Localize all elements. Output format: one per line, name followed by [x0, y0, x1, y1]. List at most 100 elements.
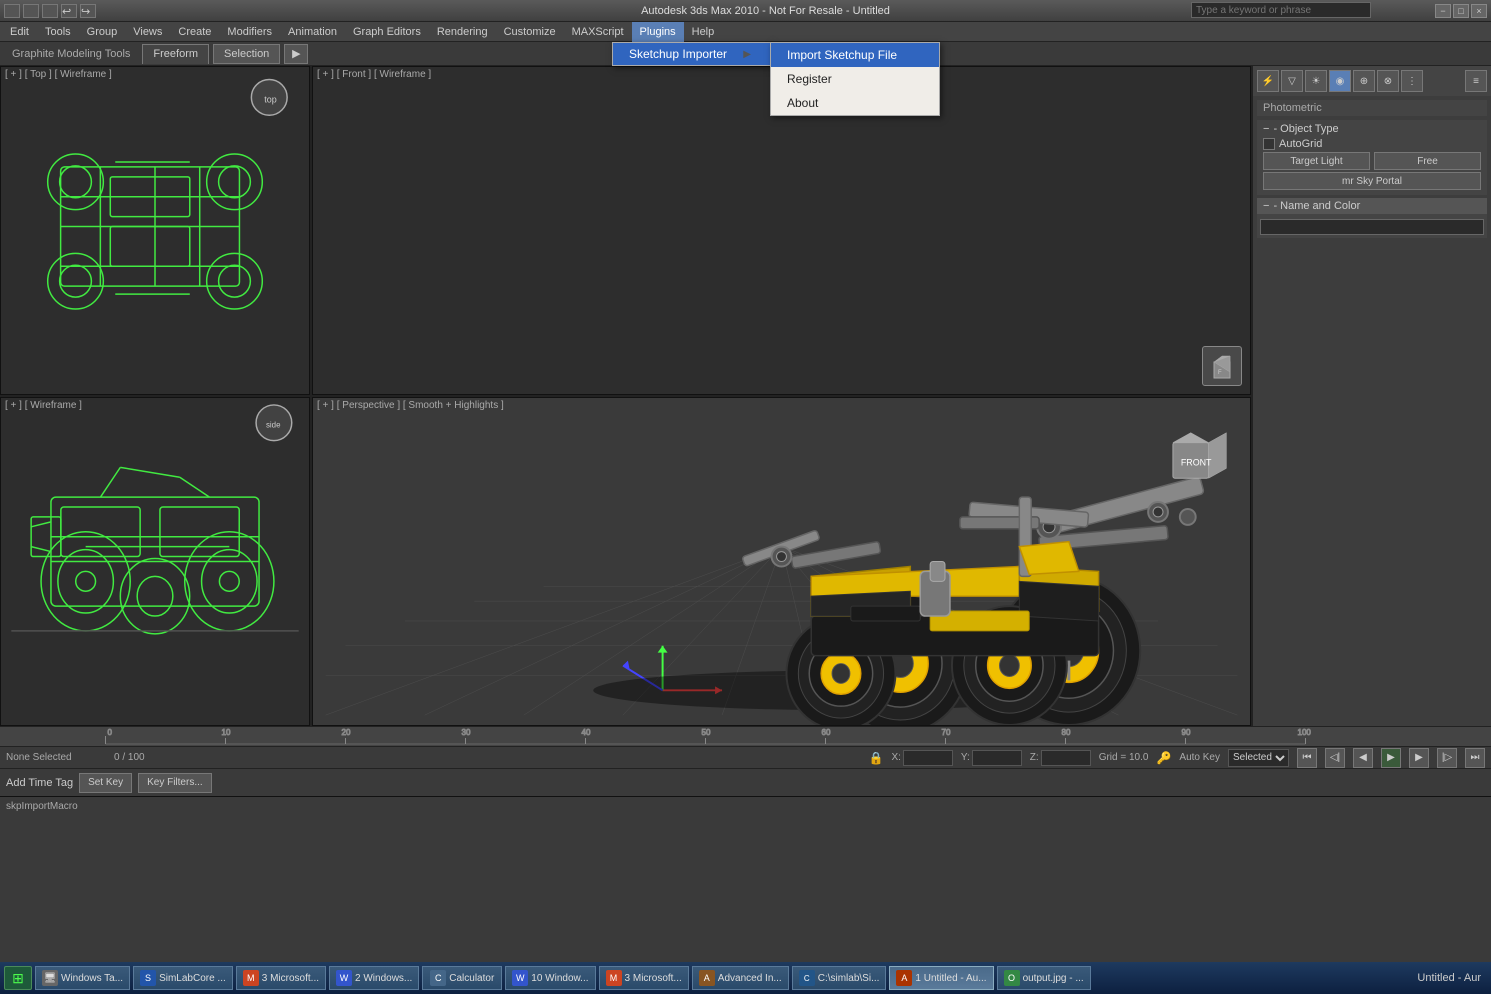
viewport-top[interactable]: [ + ] [ Top ] [ Wireframe ]: [0, 66, 310, 395]
quick-access-undo[interactable]: ↩: [61, 4, 77, 18]
taskbar-simlab[interactable]: S SimLabCore ...: [133, 966, 233, 990]
y-label: Y:: [961, 752, 970, 763]
rp-icon-space[interactable]: ⊗: [1377, 70, 1399, 92]
search-input[interactable]: [1191, 2, 1371, 18]
menu-item-rendering[interactable]: Rendering: [429, 22, 496, 42]
rp-icon-shape[interactable]: ▽: [1281, 70, 1303, 92]
taskbar-untitled-au[interactable]: A 1 Untitled - Au...: [889, 966, 993, 990]
rp-icon-helper[interactable]: ⊕: [1353, 70, 1375, 92]
menu-item-edit[interactable]: Edit: [2, 22, 37, 42]
video-icon[interactable]: ▶: [284, 44, 308, 64]
selection-status: None Selected: [6, 752, 106, 763]
mr-sky-portal-button[interactable]: mr Sky Portal: [1263, 172, 1481, 190]
autogrid-checkbox[interactable]: [1263, 138, 1275, 150]
taskbar-windows[interactable]: W 2 Windows...: [329, 966, 419, 990]
add-time-tag-label: Add Time Tag: [6, 777, 73, 789]
maximize-button[interactable]: □: [1453, 4, 1469, 18]
prev-key-button[interactable]: ◁|: [1325, 748, 1345, 768]
menu-item-views[interactable]: Views: [125, 22, 170, 42]
svg-text:80: 80: [1062, 728, 1071, 737]
rp-icon-command[interactable]: ⚡: [1257, 70, 1279, 92]
viewport-front-label: [ + ] [ Front ] [ Wireframe ]: [317, 69, 431, 80]
menu-item-maxscript[interactable]: MAXScript: [564, 22, 632, 42]
selection-tab[interactable]: Selection: [213, 44, 280, 64]
wireframe-side-svg: side: [1, 398, 309, 725]
target-light-button[interactable]: Target Light: [1263, 152, 1370, 170]
viewport-perspective[interactable]: [ + ] [ Perspective ] [ Smooth + Highlig…: [312, 397, 1251, 726]
taskbar-microsoft-2[interactable]: M 3 Microsoft...: [599, 966, 689, 990]
minimize-button[interactable]: −: [1435, 4, 1451, 18]
free-button[interactable]: Free: [1374, 152, 1481, 170]
main-area: [ + ] [ Top ] [ Wireframe ]: [0, 66, 1491, 726]
object-type-section: − - Object Type AutoGrid Target Light Fr…: [1257, 120, 1487, 195]
taskbar-microsoft-1[interactable]: M 3 Microsoft...: [236, 966, 326, 990]
name-color-section: − - Name and Color: [1257, 198, 1487, 238]
svg-text:40: 40: [582, 728, 591, 737]
taskbar-advanced[interactable]: A Advanced In...: [692, 966, 789, 990]
x-label: X:: [891, 752, 900, 763]
bottom-controls: Add Time Tag Set Key Key Filters...: [0, 768, 1491, 796]
go-start-button[interactable]: ⏮: [1297, 748, 1317, 768]
taskbar-simlab-path[interactable]: C C:\simlab\Si...: [792, 966, 887, 990]
rp-icon-camera[interactable]: ◉: [1329, 70, 1351, 92]
menu-item-grapheditors[interactable]: Graph Editors: [345, 22, 429, 42]
taskbar-window-10[interactable]: W 10 Window...: [505, 966, 595, 990]
start-button[interactable]: ⊞: [4, 966, 32, 990]
name-color-header[interactable]: − - Name and Color: [1257, 198, 1487, 214]
app-icons: ↩ ↪: [4, 4, 96, 18]
svg-text:50: 50: [702, 728, 711, 737]
rp-icon-light[interactable]: ☀: [1305, 70, 1327, 92]
taskbar-icon-0: 🖥: [42, 970, 58, 986]
next-frame-button[interactable]: ▶: [1409, 748, 1429, 768]
menu-item-modifiers[interactable]: Modifiers: [219, 22, 280, 42]
x-input[interactable]: [903, 750, 953, 766]
sketchup-register[interactable]: Register: [771, 67, 939, 91]
lock-icon: 🔒: [868, 751, 883, 765]
modeling-tools-label: Graphite Modeling Tools: [4, 48, 138, 60]
menu-item-plugins[interactable]: Plugins: [632, 22, 684, 42]
play-button[interactable]: ▶: [1381, 748, 1401, 768]
auto-key-label: Auto Key: [1179, 752, 1220, 763]
viewport-side-label: [ + ] [ Wireframe ]: [5, 400, 82, 411]
viewport-side[interactable]: [ + ] [ Wireframe ]: [0, 397, 310, 726]
taskbar-untitled-label: 1 Untitled - Au...: [915, 973, 986, 984]
taskbar-windows-ta[interactable]: 🖥 Windows Ta...: [35, 966, 130, 990]
taskbar-calculator[interactable]: C Calculator: [422, 966, 502, 990]
submenu-arrow-icon: ▶: [743, 49, 751, 60]
menu-item-help[interactable]: Help: [684, 22, 723, 42]
nav-cube-front[interactable]: F: [1202, 346, 1242, 386]
progress-text: 0 / 100: [114, 752, 145, 763]
object-type-header[interactable]: − - Object Type: [1263, 123, 1481, 135]
go-end-button[interactable]: ⏭: [1465, 748, 1485, 768]
z-label: Z:: [1030, 752, 1039, 763]
next-key-button[interactable]: |▷: [1437, 748, 1457, 768]
auto-key-select[interactable]: Selected: [1228, 749, 1289, 767]
freeform-tab[interactable]: Freeform: [142, 44, 209, 64]
menu-item-customize[interactable]: Customize: [496, 22, 564, 42]
prev-frame-button[interactable]: ◀: [1353, 748, 1373, 768]
taskbar-icon-9: A: [896, 970, 912, 986]
rp-icon-system[interactable]: ⋮: [1401, 70, 1423, 92]
close-button[interactable]: ×: [1471, 4, 1487, 18]
taskbar-icon-10: O: [1004, 970, 1020, 986]
menu-item-animation[interactable]: Animation: [280, 22, 345, 42]
z-input[interactable]: [1041, 750, 1091, 766]
y-input[interactable]: [972, 750, 1022, 766]
sketchup-about[interactable]: About: [771, 91, 939, 115]
name-field[interactable]: [1260, 219, 1484, 235]
quick-access-redo[interactable]: ↪: [80, 4, 96, 18]
sketchup-import-file[interactable]: Import Sketchup File: [771, 43, 939, 67]
plugins-menu-sketchup[interactable]: Sketchup Importer ▶: [613, 43, 771, 65]
menu-item-create[interactable]: Create: [170, 22, 219, 42]
menu-item-tools[interactable]: Tools: [37, 22, 79, 42]
y-coord-field: Y:: [961, 750, 1022, 766]
system-tray: Untitled - Aur: [1411, 972, 1487, 984]
taskbar-output-jpg[interactable]: O output.jpg - ...: [997, 966, 1091, 990]
menu-item-group[interactable]: Group: [79, 22, 126, 42]
taskbar-icon-5: W: [512, 970, 528, 986]
key-filters-button[interactable]: Key Filters...: [138, 773, 212, 793]
right-panel-icons: ⚡ ▽ ☀ ◉ ⊕ ⊗ ⋮ ≡: [1253, 66, 1491, 96]
status-bar: None Selected 0 / 100 🔒 X: Y: Z: Grid = …: [0, 746, 1491, 768]
set-key-button[interactable]: Set Key: [79, 773, 132, 793]
rp-icon-settings[interactable]: ≡: [1465, 70, 1487, 92]
